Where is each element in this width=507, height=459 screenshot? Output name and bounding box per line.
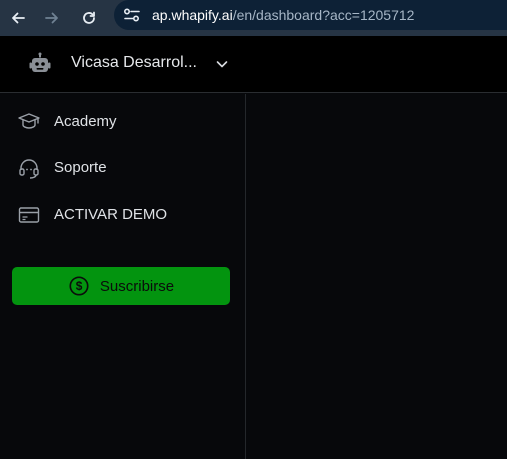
- dollar-circle-icon: $: [69, 276, 89, 296]
- main-content: [247, 94, 507, 459]
- browser-toolbar: ap.whapify.ai/en/dashboard?acc=1205712: [0, 0, 507, 36]
- headset-icon: [19, 159, 39, 179]
- url-path: /en/dashboard?acc=1205712: [232, 7, 415, 23]
- subscribe-button[interactable]: $ Suscribirse: [12, 267, 230, 305]
- sidebar-item-label: Soporte: [54, 159, 107, 176]
- url-domain: ap.whapify.ai: [152, 7, 233, 23]
- sidebar-item-label: Academy: [54, 113, 117, 130]
- arrow-right-icon: [45, 12, 58, 24]
- sidebar-item-soporte[interactable]: Soporte: [0, 150, 245, 186]
- forward-button[interactable]: [39, 5, 65, 31]
- url-text[interactable]: ap.whapify.ai/en/dashboard?acc=1205712: [152, 6, 414, 24]
- sidebar: Academy Soporte ACTIVAR DEMO $ Suscribir…: [0, 94, 246, 459]
- subscribe-label: Suscribirse: [99, 277, 175, 295]
- site-info-button[interactable]: [120, 5, 144, 25]
- sidebar-item-label: ACTIVAR DEMO: [54, 206, 168, 223]
- app-header: Vicasa Desarrol...: [0, 36, 507, 93]
- graduation-cap-icon: [18, 113, 40, 129]
- credit-card-icon: [18, 207, 40, 223]
- tune-icon: [123, 8, 140, 22]
- back-button[interactable]: [5, 5, 31, 31]
- robot-icon: [29, 52, 51, 72]
- reload-icon: [83, 11, 95, 24]
- sidebar-item-activar-demo[interactable]: ACTIVAR DEMO: [0, 197, 245, 233]
- arrow-left-icon: [12, 12, 25, 24]
- reload-button[interactable]: [76, 5, 102, 31]
- account-name[interactable]: Vicasa Desarrol...: [71, 54, 197, 72]
- sidebar-item-academy[interactable]: Academy: [0, 104, 245, 140]
- svg-text:$: $: [76, 279, 83, 293]
- chevron-down-icon[interactable]: [214, 56, 230, 72]
